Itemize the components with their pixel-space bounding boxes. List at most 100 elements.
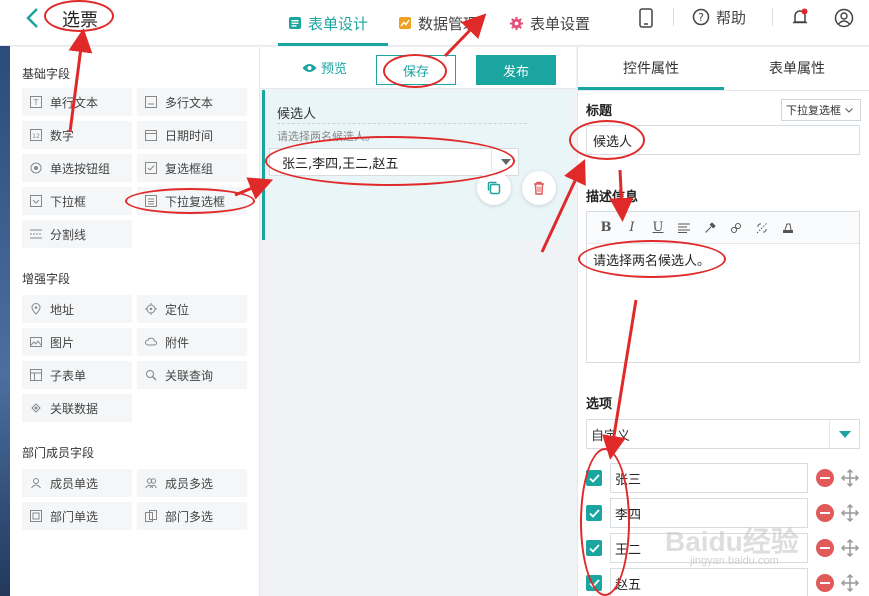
description-text: 请选择两名候选人。 [593,254,711,269]
field-label: 单选按钮组 [50,161,111,176]
svg-text:T: T [33,98,39,107]
field-label: 成员多选 [165,476,214,491]
field-department-multiple[interactable]: 部门多选 [137,502,247,530]
control-type-select[interactable]: 下拉复选框 [781,99,861,121]
user-avatar-icon[interactable] [834,8,854,31]
unlink-icon[interactable] [749,218,775,238]
table-icon [30,369,42,381]
dashed-divider [277,123,527,124]
trash-icon [534,181,544,195]
field-number[interactable]: 12 数字 [22,121,132,149]
drag-handle-icon[interactable] [840,468,860,488]
delete-field-button[interactable] [522,171,556,205]
option-value: 李四 [615,507,642,523]
control-type-value: 下拉复选框 [786,104,841,117]
form-title: 选票 [62,10,98,31]
field-palette: 基础字段 T 单行文本 多行文本 12 数字 日期时间 单选按钮组 复选框组 下… [10,47,260,596]
field-subform[interactable]: 子表单 [22,361,132,389]
drag-handle-icon[interactable] [840,503,860,523]
help-button[interactable]: ? 帮助 [692,0,746,34]
field-label: 地址 [50,302,75,317]
field-related-data[interactable]: 关联数据 [22,394,132,422]
option-input[interactable]: 张三 [610,463,808,493]
option-checkbox[interactable] [586,505,602,521]
field-member-single[interactable]: 成员单选 [22,469,132,497]
dropdown-arrow-icon[interactable] [829,420,859,448]
field-datetime[interactable]: 日期时间 [137,121,247,149]
field-dropdown-checkbox[interactable]: 下拉复选框 [137,187,247,215]
copy-icon [487,181,501,195]
image-icon [30,337,42,347]
notification-bell-icon[interactable] [791,8,809,31]
save-button[interactable]: 保存 [376,55,456,85]
color-picker-icon[interactable] [697,218,723,238]
selected-field-card[interactable]: 候选人 请选择两名候选人。 张三,李四,王二,赵五 [262,90,574,240]
field-label: 附件 [165,335,190,350]
bold-button[interactable]: B [593,218,619,238]
italic-button[interactable]: I [619,218,645,238]
eye-icon [302,63,317,72]
field-member-multiple[interactable]: 成员多选 [137,469,247,497]
tab-form-settings[interactable]: 表单设置 [509,0,590,46]
field-checkbox-group[interactable]: 复选框组 [137,154,247,182]
divider [673,8,674,26]
field-multi-line-text[interactable]: 多行文本 [137,88,247,116]
location-pin-icon [31,303,41,315]
tab-form-properties[interactable]: 表单属性 [724,47,869,89]
list-checkbox-icon [145,195,157,207]
publish-button[interactable]: 发布 [476,55,556,85]
field-dropdown[interactable]: 下拉框 [22,187,132,215]
field-attachment[interactable]: 附件 [137,328,247,356]
option-input[interactable]: 赵五 [610,568,808,596]
align-icon[interactable] [671,218,697,238]
option-checkbox[interactable] [586,575,602,591]
remove-option-icon[interactable] [816,539,834,557]
field-image[interactable]: 图片 [22,328,132,356]
link-icon[interactable] [723,218,749,238]
remove-option-icon[interactable] [816,574,834,592]
underline-button[interactable]: U [645,218,671,238]
drag-handle-icon[interactable] [840,573,860,593]
tab-form-design[interactable]: 表单设计 [288,0,368,46]
field-label: 日期时间 [165,128,214,143]
tab-label: 表单设置 [530,14,591,33]
field-related-query[interactable]: 关联查询 [137,361,247,389]
canvas-toolbar: 预览 保存 发布 [260,47,576,89]
option-value: 赵五 [615,577,642,593]
field-label: 关联数据 [50,401,99,416]
search-link-icon [146,370,157,381]
field-single-line-text[interactable]: T 单行文本 [22,88,132,116]
field-description: 请选择两名候选人。 [277,130,376,143]
field-address[interactable]: 地址 [22,295,132,323]
field-label: 关联查询 [165,368,214,383]
mobile-preview-icon[interactable] [638,8,654,31]
field-location[interactable]: 定位 [137,295,247,323]
users-icon [145,478,157,489]
candidate-dropdown-checkbox[interactable]: 张三,李四,王二,赵五 [269,148,519,176]
title-input[interactable]: 候选人 [586,125,860,155]
option-checkbox[interactable] [586,540,602,556]
back-arrow-icon[interactable] [22,6,46,30]
options-source-select[interactable]: 自定义 [586,419,860,449]
description-editor[interactable]: B I U 请选择两名候选人。 [586,211,860,363]
copy-field-button[interactable] [477,171,511,205]
field-label: 部门多选 [165,509,214,524]
group-title-members: 部门成员字段 [22,446,95,460]
tab-data-management[interactable]: 数据管理 [398,0,478,46]
clear-format-icon[interactable] [775,218,801,238]
drag-handle-icon[interactable] [840,538,860,558]
field-label: 成员单选 [50,476,99,491]
cloud-icon [145,337,157,346]
field-divider[interactable]: 分割线 [22,220,132,248]
remove-option-icon[interactable] [816,469,834,487]
calendar-icon [145,130,157,141]
options-section-label: 选项 [586,397,613,412]
checkbox-icon [145,162,157,174]
svg-text:?: ? [698,11,704,24]
tab-control-properties[interactable]: 控件属性 [578,47,724,89]
preview-button[interactable]: 预览 [302,58,347,77]
remove-option-icon[interactable] [816,504,834,522]
field-department-single[interactable]: 部门单选 [22,502,132,530]
option-checkbox[interactable] [586,470,602,486]
field-radio-group[interactable]: 单选按钮组 [22,154,132,182]
